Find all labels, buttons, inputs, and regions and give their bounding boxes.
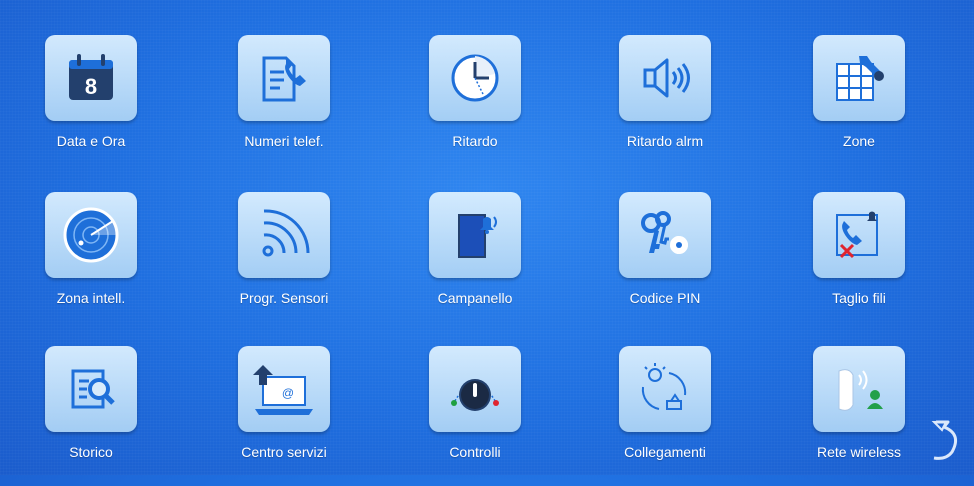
tile-label: Numeri telef. — [244, 133, 324, 149]
tile-label: Data e Ora — [56, 133, 126, 149]
linkage-icon — [619, 346, 711, 432]
tile-label: Ritardo — [452, 133, 498, 149]
phone-book-icon — [238, 35, 330, 121]
tile-campanello[interactable]: Campanello — [405, 192, 545, 332]
tile-label: Taglio fili — [832, 290, 886, 306]
tile-label: Ritardo alrm — [626, 133, 704, 149]
tile-label: Zona intell. — [56, 290, 126, 306]
settings-screen: 8 Data e Ora Numeri telef. Ritardo Ritar… — [0, 0, 974, 475]
tile-numeri-telef[interactable]: Numeri telef. — [214, 35, 354, 175]
tile-ritardo-alrm[interactable]: Ritardo alrm — [595, 35, 735, 175]
tile-label: Campanello — [437, 290, 513, 306]
tile-codice-pin[interactable]: Codice PIN — [595, 192, 735, 332]
tile-label: Storico — [69, 444, 113, 460]
back-arrow-icon[interactable] — [928, 418, 968, 464]
tile-zona-intell[interactable]: Zona intell. — [21, 192, 161, 332]
doorbell-icon — [429, 192, 521, 278]
svg-text:@: @ — [282, 386, 294, 400]
clock-icon — [429, 35, 521, 121]
tile-rete-wireless[interactable]: Rete wireless — [789, 346, 929, 486]
tile-ritardo[interactable]: Ritardo — [405, 35, 545, 175]
tile-storico[interactable]: Storico — [21, 346, 161, 486]
calendar-icon: 8 — [45, 35, 137, 121]
tile-label: Rete wireless — [816, 444, 902, 460]
tile-label: Progr. Sensori — [239, 290, 329, 306]
wireless-icon — [813, 346, 905, 432]
tile-progr-sensori[interactable]: Progr. Sensori — [214, 192, 354, 332]
tile-label: Collegamenti — [624, 444, 706, 460]
cut-wire-phone-icon — [813, 192, 905, 278]
speaker-icon — [619, 35, 711, 121]
sensor-signal-icon — [238, 192, 330, 278]
tile-collegamenti[interactable]: Collegamenti — [595, 346, 735, 486]
laptop-upload-icon: @ — [238, 346, 330, 432]
tile-controlli[interactable]: Controlli — [405, 346, 545, 486]
grid-wrench-icon — [813, 35, 905, 121]
tile-label: Controlli — [449, 444, 501, 460]
knob-icon — [429, 346, 521, 432]
tile-centro-servizi[interactable]: @ Centro servizi — [214, 346, 354, 486]
tile-data-e-ora[interactable]: 8 Data e Ora — [21, 35, 161, 175]
history-search-icon — [45, 346, 137, 432]
tile-taglio-fili[interactable]: Taglio fili — [789, 192, 929, 332]
tile-label: Codice PIN — [629, 290, 701, 306]
keys-gear-icon — [619, 192, 711, 278]
tile-label: Centro servizi — [241, 444, 327, 460]
calendar-day: 8 — [85, 74, 97, 99]
tile-label: Zone — [843, 133, 875, 149]
tile-zone[interactable]: Zone — [789, 35, 929, 175]
radar-icon — [45, 192, 137, 278]
